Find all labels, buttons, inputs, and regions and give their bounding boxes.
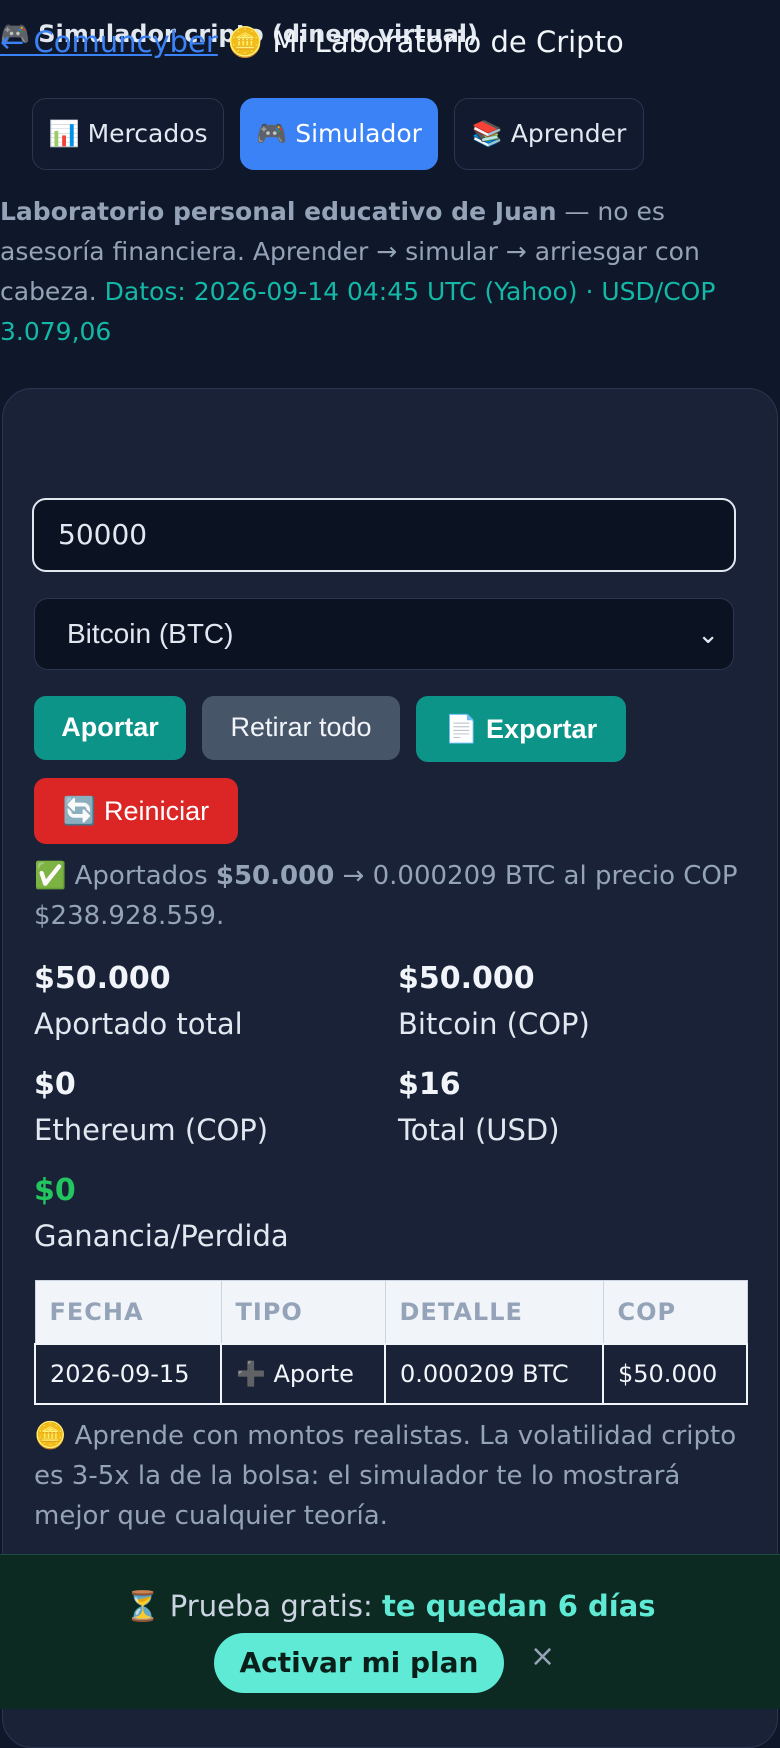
message-amount: $50.000 bbox=[215, 860, 335, 891]
stat-aportado-total: $50.000 Aportado total bbox=[34, 958, 243, 1046]
stat-bitcoin-cop: $50.000 Bitcoin (COP) bbox=[398, 958, 590, 1046]
message-prefix: ✅ Aportados bbox=[34, 860, 216, 891]
page-title: Mi Laboratorio de Cripto bbox=[272, 24, 624, 59]
stat-label: Ganancia/Perdida bbox=[34, 1218, 289, 1253]
chevron-down-icon: ⌄ bbox=[697, 618, 719, 649]
asset-selected-value: Bitcoin (BTC) bbox=[67, 617, 234, 649]
table-row: 2026-09-15 ➕ Aporte 0.000209 BTC $50.000 bbox=[34, 1342, 748, 1405]
stat-label: Ethereum (COP) bbox=[34, 1112, 269, 1147]
chart-icon: 📊 bbox=[48, 118, 80, 148]
stat-value: $0 bbox=[34, 1066, 76, 1102]
data-timestamp: Datos: 2026-09-14 04:45 UTC (Yahoo) · US… bbox=[0, 276, 716, 346]
status-message: ✅ Aportados $50.000 → 0.000209 BTC al pr… bbox=[34, 856, 746, 936]
coin-icon: 🪙 bbox=[227, 24, 264, 59]
tab-mercados[interactable]: 📊 Mercados bbox=[32, 97, 224, 170]
tab-label: Mercados bbox=[87, 119, 208, 149]
trial-prefix: ⏳ Prueba gratis: bbox=[124, 1588, 382, 1623]
trial-banner: ⏳ Prueba gratis: te quedan 6 días Activa… bbox=[0, 1553, 780, 1709]
reset-button[interactable]: 🔄 Reiniciar bbox=[34, 777, 238, 844]
stat-value: $16 bbox=[398, 1066, 461, 1102]
stat-ethereum-cop: $0 Ethereum (COP) bbox=[34, 1064, 268, 1152]
asset-select[interactable]: Bitcoin (BTC) ⌄ bbox=[34, 597, 734, 670]
stat-label: Aportado total bbox=[34, 1006, 243, 1041]
tab-simulador[interactable]: 🎮 Simulador bbox=[240, 97, 438, 170]
stat-ganancia-perdida: $0 Ganancia/Perdida bbox=[34, 1170, 289, 1258]
transactions-table: FECHA TIPO DETALLE COP 2026-09-15 ➕ Apor… bbox=[34, 1279, 748, 1405]
stat-label: Total (USD) bbox=[398, 1112, 560, 1147]
intro-text: Laboratorio personal educativo de Juan —… bbox=[0, 192, 770, 352]
close-icon[interactable]: × bbox=[530, 1639, 555, 1674]
header-bar: ← Comuncyber 🪙 Mi Laboratorio de Cripto bbox=[0, 20, 780, 64]
column-header: TIPO bbox=[220, 1279, 386, 1345]
stat-value: $50.000 bbox=[34, 960, 171, 996]
column-header: DETALLE bbox=[384, 1279, 604, 1345]
tip-note: 🪙 Aprende con montos realistas. La volat… bbox=[34, 1420, 737, 1531]
cell-type: ➕ Aporte bbox=[220, 1342, 386, 1405]
back-link[interactable]: ← Comuncyber bbox=[0, 25, 218, 59]
contribute-button[interactable]: Aportar bbox=[34, 695, 186, 760]
stat-value: $0 bbox=[34, 1172, 76, 1208]
gamepad-icon: 🎮 bbox=[256, 118, 288, 148]
stat-label: Bitcoin (COP) bbox=[398, 1006, 590, 1041]
activate-plan-button[interactable]: Activar mi plan bbox=[214, 1632, 504, 1693]
stat-value: $50.000 bbox=[398, 960, 535, 996]
withdraw-all-button[interactable]: Retirar todo bbox=[202, 695, 400, 760]
column-header: COP bbox=[602, 1279, 748, 1345]
cell-cop: $50.000 bbox=[602, 1342, 748, 1405]
books-icon: 📚 bbox=[471, 118, 503, 148]
stat-total-usd: $16 Total (USD) bbox=[398, 1064, 560, 1152]
column-header: FECHA bbox=[34, 1279, 222, 1345]
trial-days: te quedan 6 días bbox=[381, 1588, 656, 1623]
tab-aprender[interactable]: 📚 Aprender bbox=[454, 97, 644, 170]
table-header-row: FECHA TIPO DETALLE COP bbox=[34, 1279, 748, 1345]
tab-label: Simulador bbox=[295, 119, 422, 149]
intro-bold: Laboratorio personal educativo de Juan bbox=[0, 196, 557, 226]
cell-detail: 0.000209 BTC bbox=[384, 1342, 604, 1405]
tab-label: Aprender bbox=[510, 119, 627, 149]
trial-text: ⏳ Prueba gratis: te quedan 6 días bbox=[0, 1589, 780, 1624]
export-button[interactable]: 📄 Exportar bbox=[416, 695, 626, 762]
amount-input[interactable] bbox=[32, 497, 736, 572]
cell-date: 2026-09-15 bbox=[34, 1342, 222, 1405]
